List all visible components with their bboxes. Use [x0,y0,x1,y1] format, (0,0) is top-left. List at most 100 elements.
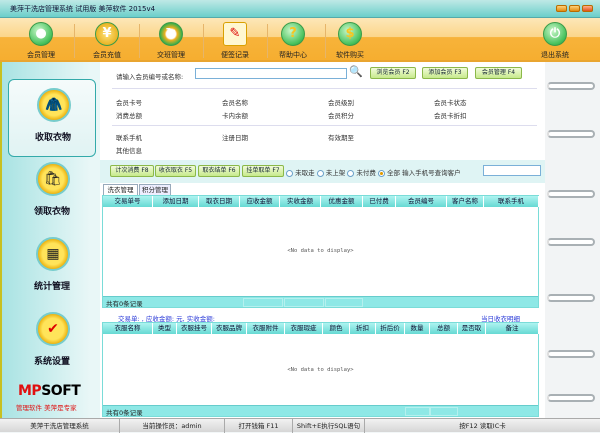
valid-until-label: 有效期至 [328,134,354,142]
column-header[interactable]: 类型 [153,323,177,334]
toolbar-help[interactable]: ? 帮助中心 [262,18,324,62]
phone-label: 联系手机 [116,134,142,142]
column-header[interactable]: 应收金额 [240,196,280,207]
minimize-button[interactable] [556,5,567,12]
toolbar-buy[interactable]: $ 软件购买 [319,18,381,62]
help-icon: ? [281,22,305,46]
card-number-label: 会员卡号 [116,99,142,107]
status-open-cashbox: 打开钱箱 F11 [225,419,293,433]
search-label: 请输入会员编号或名称: [116,73,184,81]
status-operator: 当前操作员：admin [120,419,225,433]
empty-message: <No data to display> [287,367,354,373]
sidebar-item-statistics[interactable]: ▦ 统计管理 [8,229,96,307]
column-header[interactable]: 衣服挂号 [177,323,212,334]
buy-icon: $ [338,22,362,46]
column-header[interactable]: 颜色 [323,323,350,334]
tab-laundry-management[interactable]: 洗衣管理 [103,184,138,195]
column-header[interactable]: 衣服品牌 [212,323,247,334]
chart-icon: ▦ [36,237,70,271]
filter-all[interactable]: 全部 [377,169,400,177]
member-points-label: 会员积分 [328,112,354,120]
toolbar-label: 会员充值 [93,51,121,59]
column-header[interactable]: 衣服附件 [247,323,285,334]
sidebar-item-label: 收取衣物 [34,133,71,143]
column-header[interactable]: 会员编号 [396,196,447,207]
phone-query-input[interactable] [483,165,541,176]
slogan: 管理软件 美萍是专家 [16,404,77,412]
card-status-label: 会员卡状态 [434,99,467,107]
clothes-grid: 衣服名称 类型 衣服挂号 衣服品牌 衣服附件 衣服瑕疵 颜色 折扣 折后价 数量… [102,322,539,417]
window-title: 美萍干洗店管理系统 试用版 美萍软件 2015v4 [10,5,156,13]
register-date-label: 注册日期 [222,134,248,142]
column-header[interactable]: 数量 [405,323,430,334]
column-header[interactable]: 折扣 [350,323,376,334]
add-member-button[interactable]: 添加会员 F3 [422,67,468,79]
power-icon: ⏻ [543,22,567,46]
column-header[interactable]: 是否取 [458,323,486,334]
toolbar-label: 会员管理 [27,51,55,59]
column-header[interactable]: 折后价 [376,323,405,334]
sidebar-item-label: 领取衣物 [33,207,70,217]
column-header[interactable]: 备注 [486,323,539,334]
receive-clothes-button[interactable]: 收衣取衣 F5 [155,165,196,177]
toolbar-label: 软件购买 [336,51,364,59]
filter-not-shelved[interactable]: 未上架 [316,169,345,177]
column-header[interactable]: 总额 [430,323,458,334]
empty-message: <No data to display> [287,248,354,254]
count-consume-button[interactable]: 计次消费 F8 [110,165,154,177]
card-discount-label: 会员卡折扣 [434,112,467,120]
toolbar-member-recharge[interactable]: ¥ 会员充值 [76,18,138,62]
member-search-input[interactable] [195,68,347,79]
column-header[interactable]: 取衣日期 [199,196,240,207]
column-header[interactable]: 添加日期 [153,196,199,207]
column-header[interactable]: 联系手机 [484,196,539,207]
sidebar-item-label: 系统设置 [33,357,70,367]
sidebar-item-pickup-clothes[interactable]: 🛍 领取衣物 [8,154,96,232]
clothes-grid-footer: 共有0条记录 [103,405,538,417]
toolbar: ● 会员管理 ¥ 会员充值 ↻ 交班管理 ✎ 便签记录 ? 帮助中心 $ 软件购买 ⏻ 退出系… [0,18,600,62]
orders-grid-footer: 共有0条记录 [103,296,538,308]
close-button[interactable] [582,5,593,12]
column-header[interactable]: 客户名称 [447,196,484,207]
binder-rail [545,62,600,418]
bag-icon: 🛍 [36,162,70,196]
other-info-label: 其他信息 [116,147,142,155]
maximize-button[interactable] [569,5,580,12]
column-header[interactable]: 衣服名称 [103,323,153,334]
filter-not-picked[interactable]: 未取走 [286,169,315,177]
toolbar-notes[interactable]: ✎ 便签记录 [204,18,266,62]
column-header[interactable]: 交易单号 [103,196,153,207]
coat-icon: 🧥 [37,88,71,122]
toolbar-label: 交班管理 [157,51,185,59]
sidebar-item-receive-clothes[interactable]: 🧥 收取衣物 [8,79,96,157]
browse-members-button[interactable]: 浏览会员 F2 [370,67,416,79]
tab-points-management[interactable]: 积分管理 [139,184,171,195]
status-sql-shortcut: Shift+E执行SQL语句 [293,419,365,433]
sidebar-item-settings[interactable]: ✔ 系统设置 [8,304,96,382]
toolbar-exit[interactable]: ⏻ 退出系统 [524,18,586,62]
column-header[interactable]: 实收金额 [280,196,321,207]
member-name-label: 会员名称 [222,99,248,107]
column-header[interactable]: 已付费 [363,196,396,207]
monitor-check-icon: ✔ [36,312,70,346]
pickup-checkout-button[interactable]: 取衣结单 F6 [198,165,240,177]
status-bar: 美萍干洗店管理系统 当前操作员：admin 打开钱箱 F11 Shift+E执行… [0,418,600,433]
status-app-name: 美萍干洗店管理系统 [0,419,120,433]
column-header[interactable]: 衣服瑕疵 [285,323,323,334]
sidebar: 🧥 收取衣物 🛍 领取衣物 ▦ 统计管理 ✔ 系统设置 [0,62,100,418]
search-icon[interactable]: 🔍 [349,65,363,78]
record-count: 共有0条记录 [106,300,143,308]
recharge-icon: ¥ [95,22,119,46]
hold-order-button[interactable]: 挂单取单 F7 [242,165,284,177]
filter-unpaid[interactable]: 未付费 [347,169,376,177]
member-management-button[interactable]: 会员管理 F4 [475,67,522,79]
orders-grid: 交易单号 添加日期 取衣日期 应收金额 实收金额 优惠金额 已付费 会员编号 客… [102,195,539,308]
status-filter-group: 未取走 未上架 未付费 全部 输入手机号查询客户 [286,167,461,177]
orders-grid-header: 交易单号 添加日期 取衣日期 应收金额 实收金额 优惠金额 已付费 会员编号 客… [103,196,539,207]
status-ic-card: 按F12 读取IC卡 [459,422,506,430]
toolbar-member-management[interactable]: ● 会员管理 [10,18,72,62]
toolbar-shift-management[interactable]: ↻ 交班管理 [140,18,202,62]
member-level-label: 会员级别 [328,99,354,107]
column-header[interactable]: 优惠金额 [321,196,363,207]
phone-query-label: 输入手机号查询客户 [402,169,461,177]
